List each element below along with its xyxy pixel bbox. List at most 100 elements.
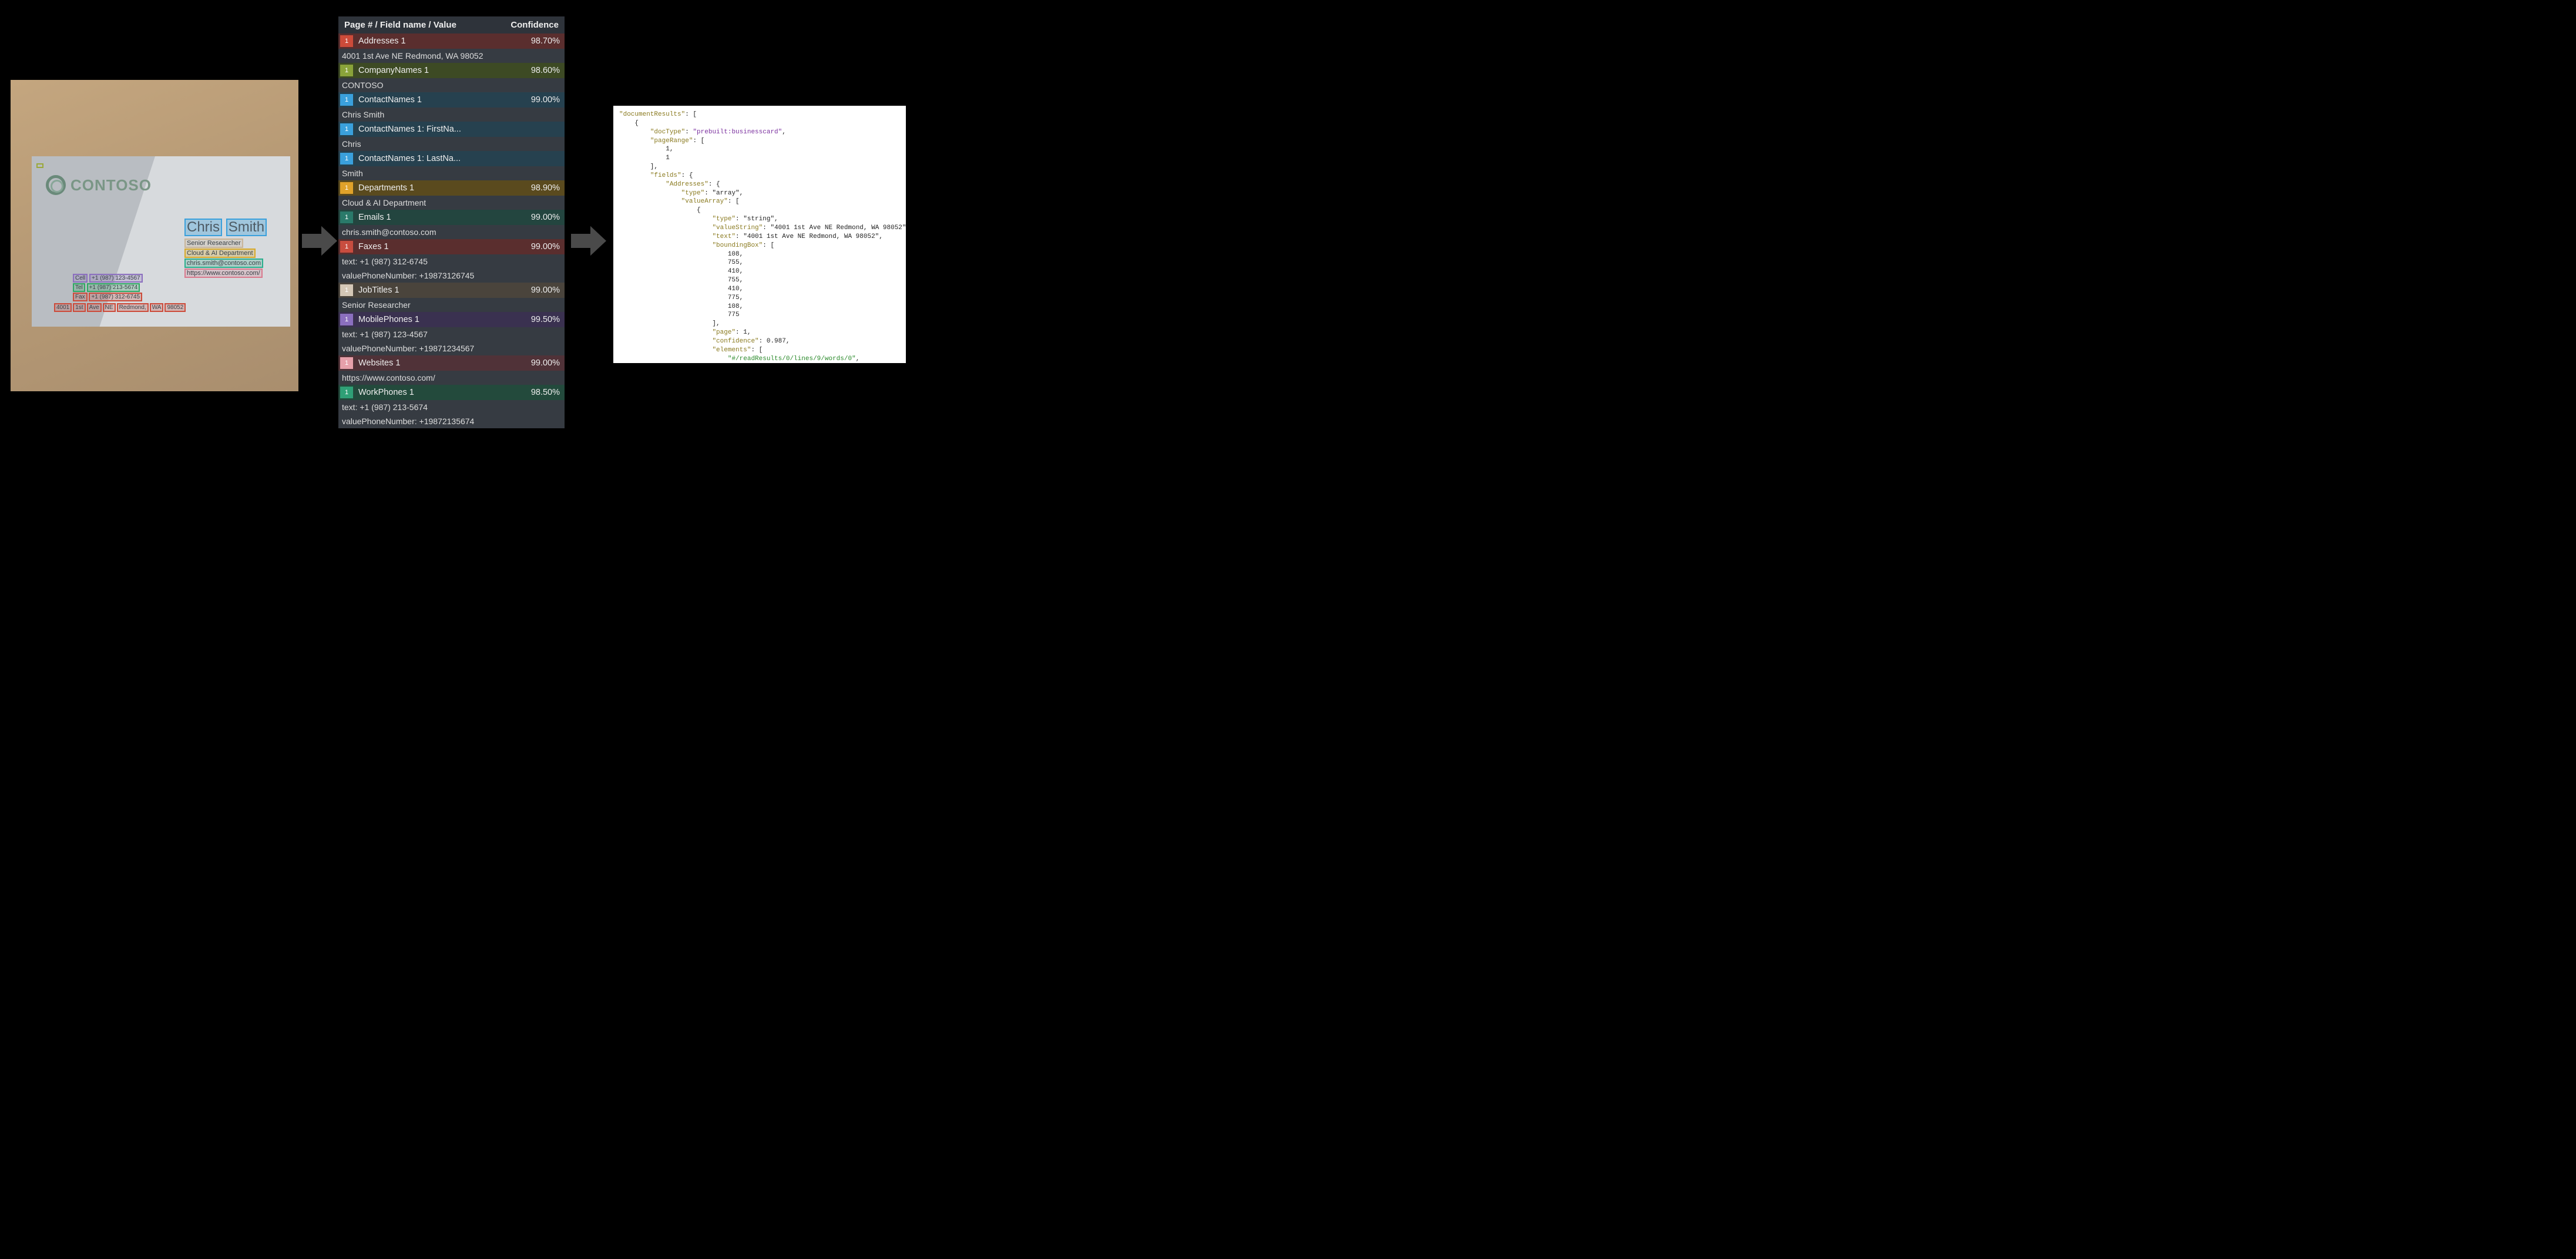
extraction-results-table: Page # / Field name / Value Confidence 1… — [338, 16, 565, 428]
address-token: WA — [150, 303, 164, 312]
field-row[interactable]: 1MobilePhones 199.50% — [338, 312, 565, 327]
phone-block: Cell +1 (987) 123-4567 Tel +1 (987) 213-… — [73, 274, 143, 302]
field-value: Smith — [338, 166, 565, 180]
page-badge: 1 — [340, 314, 353, 325]
website: https://www.contoso.com/ — [184, 268, 263, 278]
page-badge: 1 — [340, 94, 353, 106]
field-group: 1MobilePhones 199.50%text: +1 (987) 123-… — [338, 312, 565, 355]
field-row[interactable]: 1 Emails 199.00% — [338, 210, 565, 225]
field-name: ContactNames 1: LastNa... — [358, 154, 560, 163]
field-value: CONTOSO — [338, 78, 565, 92]
job-title: Senior Researcher — [184, 239, 243, 248]
field-value: Cloud & AI Department — [338, 196, 565, 210]
field-value: 4001 1st Ave NE Redmond, WA 98052 — [338, 49, 565, 63]
address-token: 1st — [73, 303, 85, 312]
department: Cloud & AI Department — [184, 249, 256, 258]
field-row[interactable]: 1 Faxes 199.00% — [338, 239, 565, 254]
field-value: Chris — [338, 137, 565, 151]
field-row[interactable]: 1 ContactNames 1: FirstNa... — [338, 122, 565, 137]
cell-label: Cell — [73, 274, 88, 283]
business-card-analyzed: CONTOSO Chris Smith Senior Researcher Cl… — [11, 80, 298, 391]
page-badge: 1 — [340, 65, 353, 76]
field-row[interactable]: 1 Departments 198.90% — [338, 180, 565, 196]
contact-name-region: Chris Smith — [184, 219, 267, 236]
field-group: 1 Departments 198.90% Cloud & AI Departmen… — [338, 180, 565, 210]
field-name: Websites 1 — [358, 358, 531, 368]
json-output: "documentResults": [ { "docType": "prebu… — [613, 106, 906, 363]
field-confidence: 98.60% — [531, 66, 565, 75]
field-row[interactable]: 1 Addresses 198.70% — [338, 33, 565, 49]
field-confidence: 99.00% — [531, 242, 565, 251]
field-row[interactable]: 1 ContactNames 1: LastNa... — [338, 151, 565, 166]
field-name: JobTitles 1 — [358, 286, 531, 295]
field-group: 1 ContactNames 1: FirstNa... Chris — [338, 122, 565, 151]
company-region: CONTOSO — [36, 163, 43, 168]
field-name: WorkPhones 1 — [358, 388, 531, 397]
page-badge: 1 — [340, 357, 353, 369]
work-phone: +1 (987) 213-5674 — [87, 283, 140, 292]
arrow-right-icon — [571, 223, 606, 258]
field-value: valuePhoneNumber: +19872135674 — [338, 414, 565, 428]
field-row[interactable]: 1JobTitles 199.00% — [338, 283, 565, 298]
field-group: 1 Addresses 198.70% 4001 1st Ave NE Redmon… — [338, 33, 565, 63]
field-group: 1 Websites 199.00% https://www.contoso.com… — [338, 355, 565, 385]
field-value: Chris Smith — [338, 108, 565, 122]
field-value: chris.smith@contoso.com — [338, 225, 565, 239]
field-confidence: 99.00% — [531, 358, 565, 368]
page-badge: 1 — [340, 284, 353, 296]
page-badge: 1 — [340, 123, 353, 135]
field-name: CompanyNames 1 — [358, 66, 531, 75]
logo-icon — [46, 175, 66, 195]
field-group: 1 ContactNames 1: LastNa... Smith — [338, 151, 565, 180]
card-details: Senior Researcher Cloud & AI Department … — [184, 239, 263, 278]
page-badge: 1 — [340, 211, 353, 223]
fax-phone: +1 (987) 312-6745 — [89, 293, 142, 301]
field-group: 1 WorkPhones 198.50% text: +1 (987) 213-56… — [338, 385, 565, 428]
business-card: CONTOSO Chris Smith Senior Researcher Cl… — [32, 156, 290, 327]
company-logo: CONTOSO — [46, 175, 152, 195]
field-group: 1 Emails 199.00% chris.smith@contoso.com — [338, 210, 565, 239]
first-name: Chris — [184, 219, 222, 236]
address-line: 40011stAveNERedmond,WA98052 — [54, 303, 186, 312]
field-confidence: 98.90% — [531, 183, 565, 193]
field-value: Senior Researcher — [338, 298, 565, 312]
field-value: text: +1 (987) 312-6745 — [338, 254, 565, 268]
field-confidence: 98.50% — [531, 388, 565, 397]
field-name: Departments 1 — [358, 183, 531, 193]
field-name: Addresses 1 — [358, 36, 531, 46]
table-header: Page # / Field name / Value Confidence — [338, 16, 565, 33]
field-confidence: 98.70% — [531, 36, 565, 46]
field-row[interactable]: 1 WorkPhones 198.50% — [338, 385, 565, 400]
field-group: 1 CompanyNames 198.60% CONTOSO — [338, 63, 565, 92]
field-group: 1JobTitles 199.00%Senior Researcher — [338, 283, 565, 312]
page-badge: 1 — [340, 241, 353, 253]
field-value: text: +1 (987) 213-5674 — [338, 400, 565, 414]
company-name: CONTOSO — [70, 176, 152, 194]
tel-label: Tel — [73, 283, 85, 292]
address-token: 4001 — [54, 303, 72, 312]
address-token: Redmond, — [117, 303, 149, 312]
field-row[interactable]: 1 Websites 199.00% — [338, 355, 565, 371]
page-badge: 1 — [340, 153, 353, 164]
field-name: Faxes 1 — [358, 242, 531, 251]
table-body: 1 Addresses 198.70% 4001 1st Ave NE Redmon… — [338, 33, 565, 428]
field-name: ContactNames 1: FirstNa... — [358, 125, 560, 134]
field-name: Emails 1 — [358, 213, 531, 222]
cell-phone: +1 (987) 123-4567 — [89, 274, 143, 283]
last-name: Smith — [226, 219, 267, 236]
address-token: 98052 — [164, 303, 186, 312]
field-confidence: 99.00% — [531, 213, 565, 222]
page-badge: 1 — [340, 387, 353, 398]
field-row[interactable]: 1 CompanyNames 198.60% — [338, 63, 565, 78]
page-badge: 1 — [340, 182, 353, 194]
header-right: Confidence — [511, 20, 559, 30]
field-name: MobilePhones 1 — [358, 315, 531, 324]
field-name: ContactNames 1 — [358, 95, 531, 105]
field-value: valuePhoneNumber: +19873126745 — [338, 268, 565, 283]
header-left: Page # / Field name / Value — [344, 20, 456, 30]
page-badge: 1 — [340, 35, 353, 47]
field-value: valuePhoneNumber: +19871234567 — [338, 341, 565, 355]
field-group: 1 Faxes 199.00% text: +1 (987) 312-6745val… — [338, 239, 565, 283]
field-value: https://www.contoso.com/ — [338, 371, 565, 385]
field-row[interactable]: 1ContactNames 199.00% — [338, 92, 565, 108]
